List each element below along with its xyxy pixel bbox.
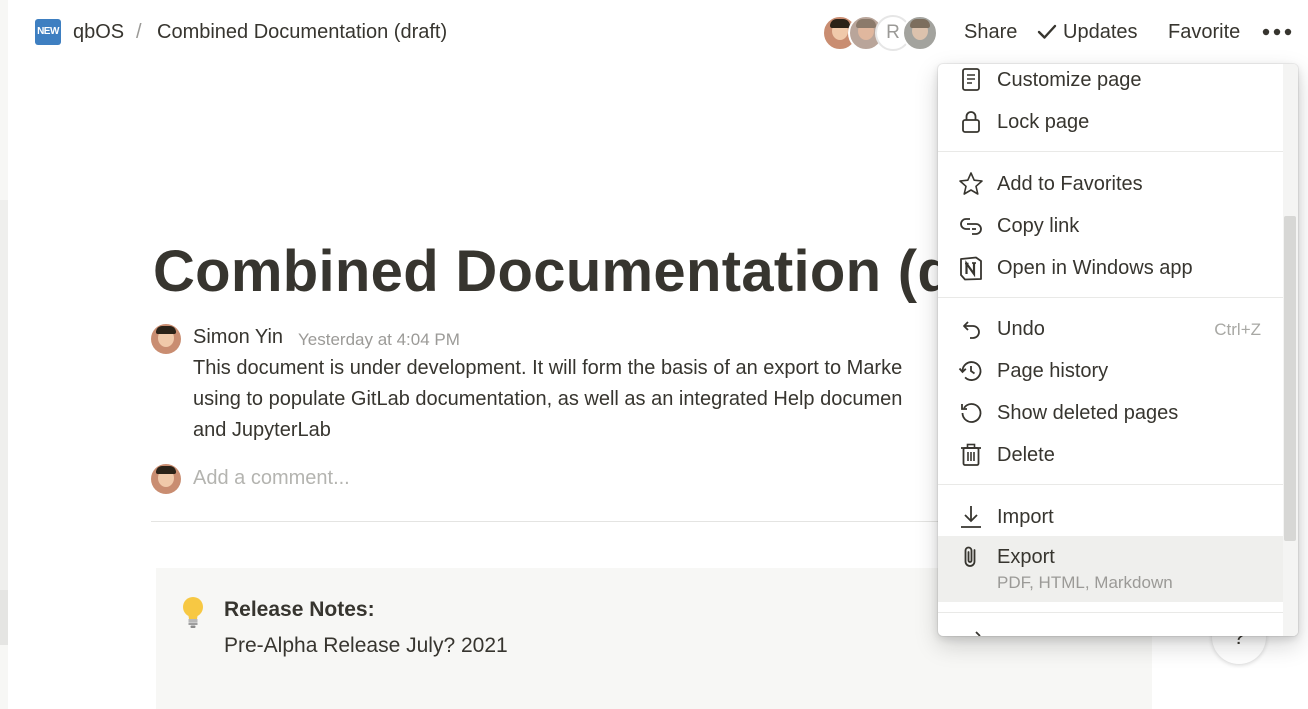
comment-text-line: using to populate GitLab documentation, … xyxy=(193,388,903,410)
shortcut-hint: Ctrl+Z xyxy=(1214,320,1261,339)
menu-item-label: Delete xyxy=(997,444,1055,466)
comment-timestamp: Yesterday at 4:04 PM xyxy=(298,330,460,349)
menu-item-label: Lock page xyxy=(997,111,1090,133)
avatar xyxy=(151,464,181,494)
import-icon xyxy=(961,506,981,528)
ellipsis-icon[interactable] xyxy=(1262,22,1294,42)
breadcrumb-page[interactable]: Combined Documentation (draft) xyxy=(157,19,447,45)
menu-item-description: PDF, HTML, Markdown xyxy=(997,573,1173,592)
menu-item-delete[interactable]: Delete xyxy=(938,434,1283,476)
menu-item-label: Import xyxy=(997,506,1054,528)
menu-item-export[interactable]: Export PDF, HTML, Markdown xyxy=(938,536,1283,602)
callout-title: Release Notes: xyxy=(224,598,375,621)
menu-item-customize-page[interactable]: Customize page xyxy=(938,64,1283,101)
breadcrumb-workspace[interactable]: qbOS xyxy=(73,19,124,45)
breadcrumb-separator: / xyxy=(136,21,142,43)
menu-item-lock-page[interactable]: Lock page xyxy=(938,101,1283,143)
share-button[interactable]: Share xyxy=(964,19,1017,45)
menu-item-partial-icon xyxy=(975,631,981,636)
add-comment-input[interactable]: Add a comment... xyxy=(193,467,350,490)
updates-label: Updates xyxy=(1063,21,1138,43)
notion-icon xyxy=(960,256,982,281)
divider xyxy=(151,521,951,522)
collaborator-avatars[interactable]: R xyxy=(822,15,940,51)
updates-button[interactable]: Updates xyxy=(1037,19,1138,45)
menu-item-import[interactable]: Import xyxy=(938,496,1283,538)
menu-item-undo[interactable]: Undo Ctrl+Z xyxy=(938,308,1283,350)
menu-item-label: Open in Windows app xyxy=(997,257,1193,279)
link-icon xyxy=(960,218,982,235)
menu-separator xyxy=(938,297,1283,298)
comment-text-line: and JupyterLab xyxy=(193,419,331,441)
sidebar-edge xyxy=(0,0,8,709)
menu-item-label: Page history xyxy=(997,360,1109,382)
menu-separator xyxy=(938,484,1283,485)
history-icon xyxy=(958,361,982,381)
menu-item-label: Copy link xyxy=(997,215,1080,237)
lightbulb-icon xyxy=(183,597,203,628)
comment-author: Simon Yin xyxy=(193,326,284,348)
avatar[interactable] xyxy=(902,15,938,51)
menu-item-label: Customize page xyxy=(997,69,1142,91)
favorite-button[interactable]: Favorite xyxy=(1168,19,1240,45)
menu-item-add-to-favorites[interactable]: Add to Favorites xyxy=(938,163,1283,205)
lock-icon xyxy=(962,111,980,133)
page-title[interactable]: Combined Documentation (draft) xyxy=(153,236,1067,308)
menu-separator xyxy=(938,612,1283,613)
menu-item-open-in-windows-app[interactable]: Open in Windows app xyxy=(938,247,1283,289)
menu-item-page-history[interactable]: Page history xyxy=(938,350,1283,392)
workspace-icon[interactable]: NEW xyxy=(35,19,61,45)
callout-body: Pre-Alpha Release July? 2021 xyxy=(224,634,508,657)
paperclip-icon xyxy=(964,546,976,567)
restore-icon xyxy=(961,403,982,423)
menu-separator xyxy=(938,151,1283,152)
menu-item-show-deleted-pages[interactable]: Show deleted pages xyxy=(938,392,1283,434)
undo-icon xyxy=(963,321,980,339)
avatar xyxy=(151,324,181,354)
star-icon xyxy=(959,172,983,195)
menu-item-copy-link[interactable]: Copy link xyxy=(938,205,1283,247)
menu-scrollbar-thumb[interactable] xyxy=(1284,216,1296,541)
menu-item-label: Add to Favorites xyxy=(997,173,1143,195)
trash-icon xyxy=(961,443,981,466)
page-icon xyxy=(962,68,980,91)
check-icon xyxy=(1037,24,1057,39)
page-options-menu: Customize page Lock page Add to Favorite… xyxy=(938,64,1298,636)
topbar: NEW qbOS / Combined Documentation (draft… xyxy=(0,0,1308,64)
comment-text-line: This document is under development. It w… xyxy=(193,357,903,379)
menu-item-label: Undo xyxy=(997,318,1045,340)
menu-item-label: Export xyxy=(997,546,1055,568)
menu-item-label: Show deleted pages xyxy=(997,402,1179,424)
